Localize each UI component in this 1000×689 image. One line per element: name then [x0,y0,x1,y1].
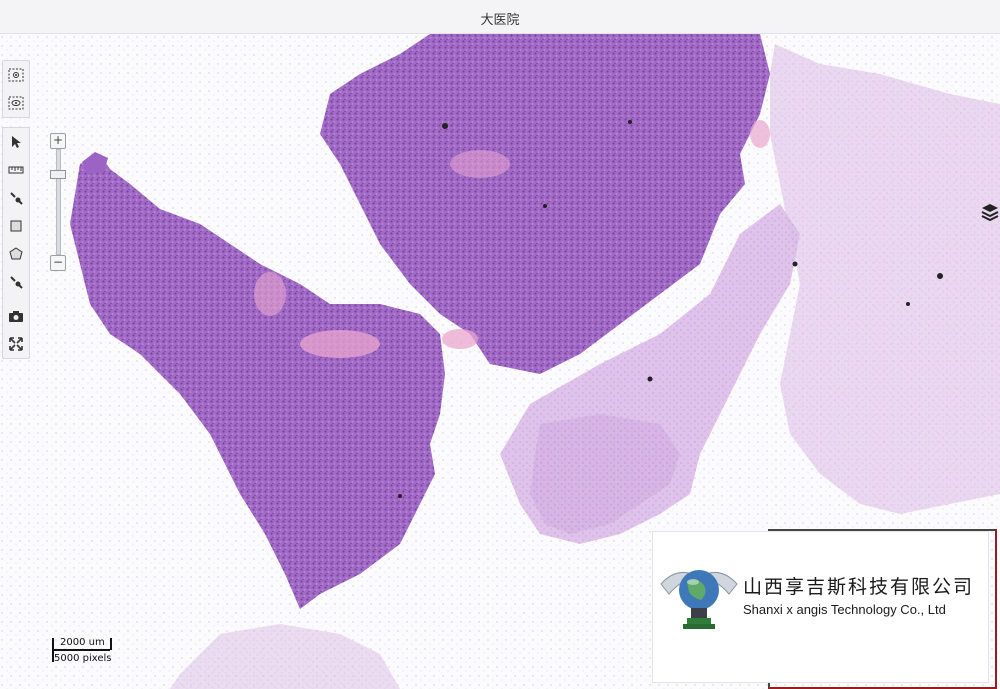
region-view-icon[interactable] [3,89,29,117]
ruler-icon[interactable] [3,156,29,184]
rectangle-icon[interactable] [3,212,29,240]
camera-icon[interactable] [3,302,29,330]
company-logo-panel: 山西享吉斯科技有限公司 Shanxi x angis Technology Co… [652,531,989,683]
fullscreen-icon[interactable] [3,330,29,358]
toolbar-top [2,60,30,118]
polygon-icon[interactable] [3,240,29,268]
pointer-icon[interactable] [3,128,29,156]
layers-icon[interactable] [980,202,1000,224]
scale-pixels-label: 5000 pixels [54,653,112,664]
scale-bar-tick-right [110,638,112,650]
company-name-english: Shanxi x angis Technology Co., Ltd [743,602,946,617]
company-name-chinese: 山西享吉斯科技有限公司 [743,576,975,598]
scale-bar: 2000 um 5000 pixels [52,634,116,666]
zoom-in-button[interactable]: + [50,133,66,149]
title-bar: 大医院 [0,0,1000,34]
zoom-out-button[interactable]: − [50,255,66,271]
zoom-track[interactable] [56,149,61,255]
scale-length-label: 2000 um [60,637,105,648]
pen-icon[interactable] [3,184,29,212]
window-title: 大医院 [480,13,520,28]
brush-icon[interactable] [3,268,29,296]
scale-bar-line [52,649,110,651]
region-select-icon[interactable] [3,61,29,89]
zoom-control: + − [48,133,68,271]
slide-viewer[interactable]: + − 2000 um 5000 pixels 山西享吉斯科技有限公司 Shan… [0,34,1000,689]
globe-logo-icon [657,554,741,638]
zoom-handle[interactable] [50,170,66,179]
toolbar-main [2,127,30,359]
